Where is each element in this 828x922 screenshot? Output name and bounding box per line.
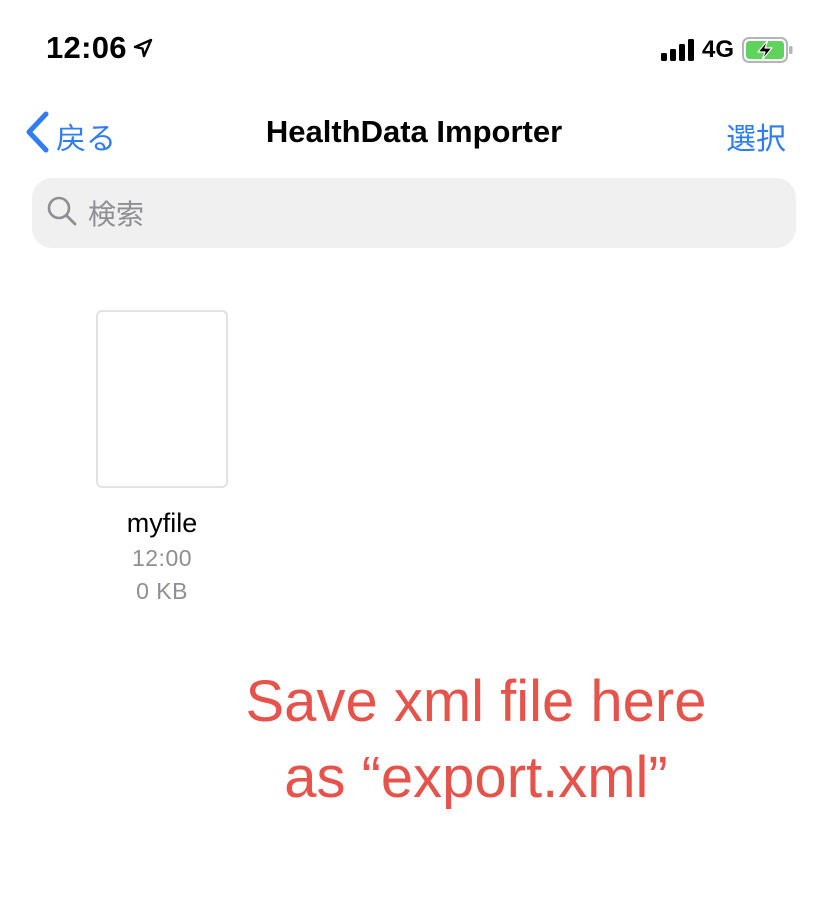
status-indicators: 4G — [660, 36, 794, 64]
location-arrow-icon — [133, 30, 153, 66]
file-name: myfile — [126, 508, 198, 538]
cellular-signal-icon — [660, 39, 694, 61]
file-item-myfile[interactable]: myfile 12:00 0 KB — [60, 308, 264, 605]
search-icon — [46, 195, 78, 232]
navigation-bar: 戻る HealthData Importer 選択 — [0, 100, 828, 166]
status-time-label: 12:06 — [46, 30, 127, 65]
battery-charging-icon — [742, 37, 794, 63]
status-bar: 12:06 4G — [0, 0, 828, 100]
file-size: 0 KB — [136, 578, 188, 604]
file-modified-time: 12:00 — [131, 545, 193, 571]
annotation-line-2: as “export.xml” — [284, 745, 668, 810]
file-thumbnail[interactable] — [96, 310, 228, 488]
network-type: 4G — [701, 36, 734, 63]
instruction-annotation: Save xml file here as “export.xml” — [200, 664, 752, 816]
search-input[interactable]: 検索 — [32, 178, 796, 248]
status-time: 12:06 — [46, 30, 153, 66]
search-placeholder: 検索 — [88, 199, 145, 230]
select-button[interactable]: 選択 — [726, 114, 786, 158]
annotation-line-1: Save xml file here — [245, 669, 707, 734]
page-title: HealthData Importer — [265, 114, 563, 149]
